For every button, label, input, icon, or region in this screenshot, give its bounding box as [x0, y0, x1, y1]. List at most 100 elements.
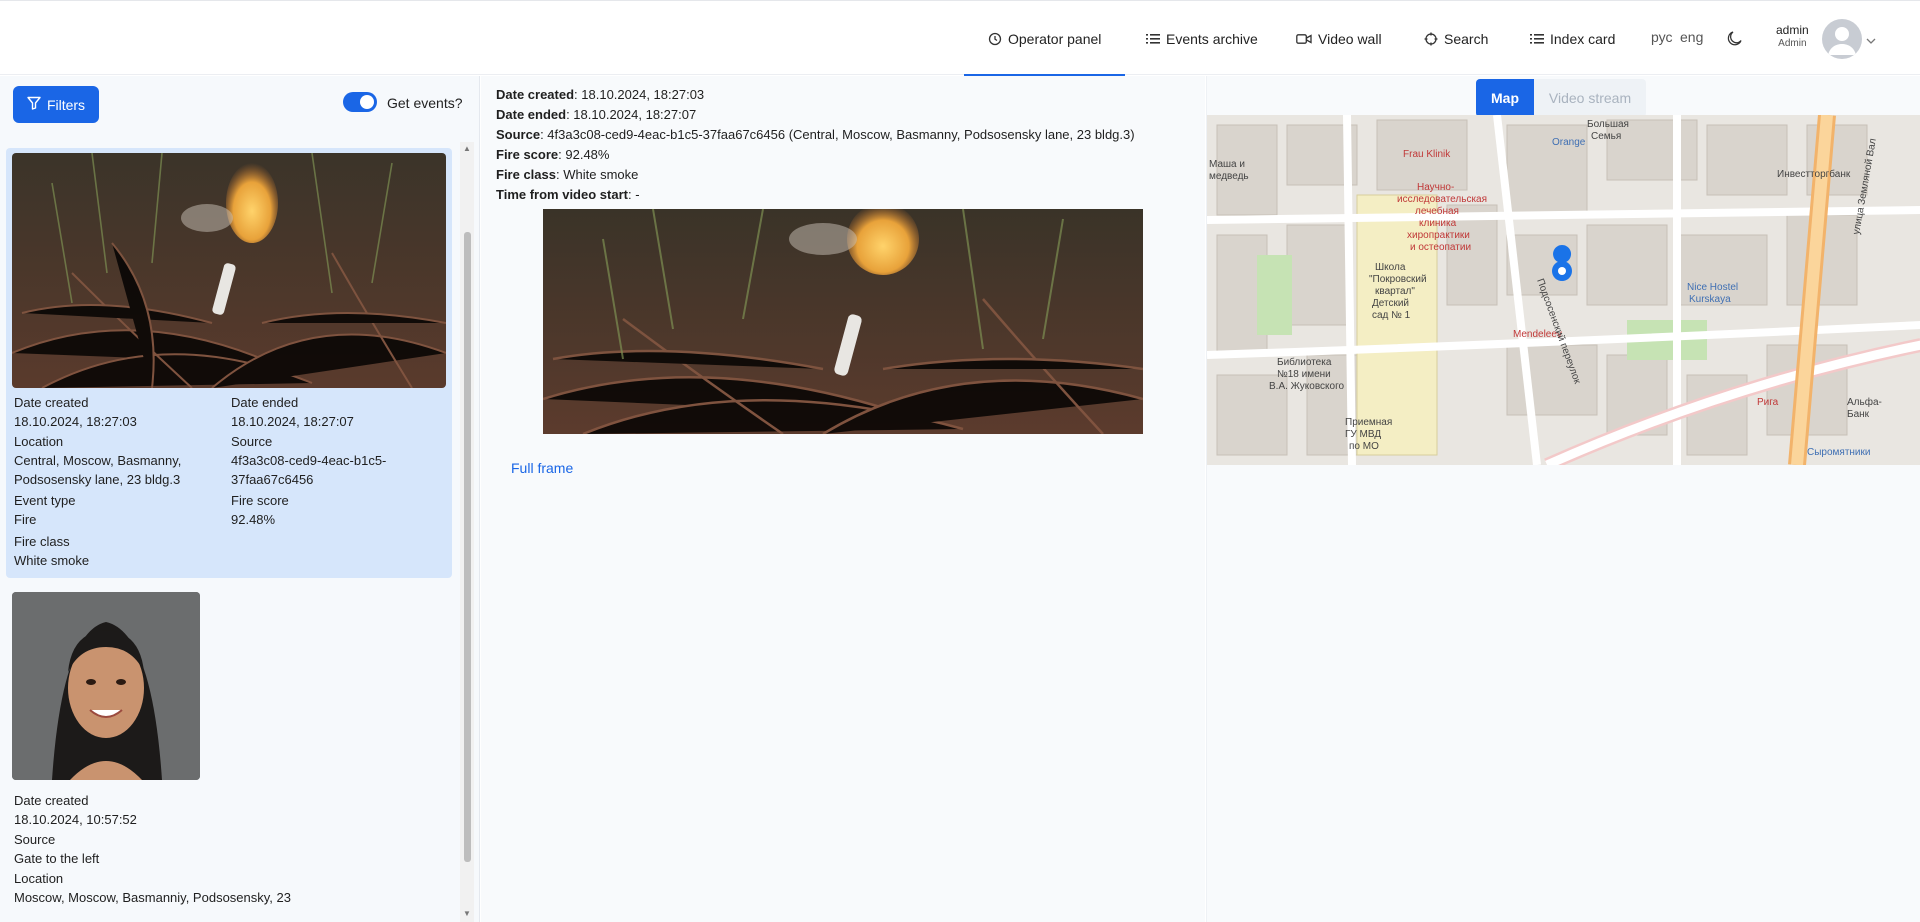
detail-date-created: Date created: 18.10.2024, 18:27:03 [496, 87, 705, 102]
list-icon [1146, 33, 1160, 45]
filters-button[interactable]: Filters [13, 86, 99, 123]
event-detail-panel: Date created: 18.10.2024, 18:27:03 Date … [481, 76, 1205, 922]
svg-text:Банк: Банк [1847, 409, 1870, 420]
list-icon [1530, 33, 1544, 45]
svg-text:квартал": квартал" [1375, 286, 1415, 297]
svg-text:Альфа-: Альфа- [1847, 396, 1882, 408]
svg-text:Инвестторгбанк: Инвестторгбанк [1777, 168, 1851, 180]
svg-text:по МО: по МО [1349, 441, 1379, 452]
nav-index-card-label: Index card [1550, 30, 1616, 47]
event-thumbnail-fire [12, 153, 446, 388]
svg-text:В.А. Жуковского: В.А. Жуковского [1269, 381, 1345, 392]
funnel-icon [27, 96, 41, 113]
svg-text:№18 имени: №18 имени [1277, 369, 1331, 380]
card1-date-created-label: Date created [14, 395, 89, 410]
lang-ru[interactable]: рус [1651, 29, 1672, 45]
events-panel: Filters Get events? Date created 18.10.2… [0, 76, 480, 922]
detail-source: Source: 4f3a3c08-ced9-4eac-b1c5-37faa67c… [496, 127, 1135, 142]
svg-text:Научно-: Научно- [1417, 182, 1454, 193]
nav-search[interactable]: Search [1400, 1, 1512, 76]
scroll-thumb[interactable] [464, 232, 471, 862]
chevron-down-icon[interactable] [1866, 33, 1876, 48]
event-card[interactable]: Date created 18.10.2024, 10:57:52 Source… [6, 592, 452, 922]
nav-operator-panel[interactable]: Operator panel [964, 1, 1126, 76]
card1-fire-score-label: Fire score [231, 493, 289, 508]
card1-date-ended: 18.10.2024, 18:27:07 [231, 414, 354, 429]
moon-icon[interactable] [1726, 29, 1744, 50]
map-panel: Map Video stream Школа "Покровский кварт… [1206, 76, 1920, 922]
svg-text:и остеопатии: и остеопатии [1410, 242, 1471, 253]
filters-label: Filters [46, 96, 86, 113]
lang-en[interactable]: eng [1680, 29, 1703, 45]
location-map[interactable]: Школа "Покровский квартал" Детский сад №… [1207, 115, 1920, 465]
event-card-selected[interactable]: Date created 18.10.2024, 18:27:03 Date e… [6, 148, 452, 578]
card1-source-line1: 4f3a3c08-ced9-4eac-b1c5- [231, 453, 387, 468]
card1-date-ended-label: Date ended [231, 395, 299, 410]
video-camera-icon [1296, 33, 1312, 45]
card1-location-label: Location [14, 434, 64, 449]
card1-fire-class: White smoke [14, 553, 90, 568]
get-events-label: Get events? [387, 95, 463, 111]
detail-time-from-start: Time from video start: - [496, 187, 640, 202]
nav-events-archive[interactable]: Events archive [1122, 1, 1282, 76]
user-avatar-icon [1828, 27, 1856, 55]
event-frame-image[interactable] [543, 209, 1143, 434]
card1-location-line1: Central, Moscow, Basmanny, [14, 453, 182, 468]
detail-fire-class: Fire class: White smoke [496, 167, 639, 182]
card2-date-created: 18.10.2024, 10:57:52 [14, 812, 137, 827]
card2-source-label: Source [14, 832, 56, 847]
nav-events-archive-label: Events archive [1166, 30, 1258, 47]
user-name: admin [1776, 23, 1809, 37]
get-events-toggle[interactable] [343, 92, 377, 112]
avatar[interactable] [1822, 19, 1862, 59]
svg-text:Большая: Большая [1587, 119, 1629, 130]
detail-fire-score: Fire score: 92.48% [496, 147, 610, 162]
svg-text:Библиотека: Библиотека [1277, 356, 1332, 368]
full-frame-link[interactable]: Full frame [511, 460, 573, 476]
card1-event-type: Fire [14, 512, 37, 527]
svg-text:ГУ МВД: ГУ МВД [1345, 429, 1381, 440]
events-scrollbar[interactable]: ▲ ▼ [460, 142, 474, 922]
user-role: Admin [1778, 38, 1807, 49]
svg-text:хиропрактики: хиропрактики [1407, 230, 1470, 241]
card1-source-line2: 37faa67c6456 [231, 472, 314, 487]
detail-date-ended: Date ended: 18.10.2024, 18:27:07 [496, 107, 697, 122]
card1-source-label: Source [231, 434, 273, 449]
svg-text:"Покровский: "Покровский [1369, 274, 1427, 285]
nav-video-wall[interactable]: Video wall [1272, 1, 1406, 76]
events-list: Date created 18.10.2024, 18:27:03 Date e… [0, 142, 458, 922]
svg-text:медведь: медведь [1209, 171, 1249, 182]
svg-text:клиника: клиника [1419, 218, 1457, 229]
svg-text:Nice Hostel: Nice Hostel [1687, 282, 1738, 293]
svg-text:лечебная: лечебная [1415, 205, 1459, 217]
card2-location: Moscow, Moscow, Basmanniy, Podsosensky, … [14, 890, 291, 905]
svg-text:Приемная: Приемная [1345, 417, 1392, 428]
nav-operator-panel-label: Operator panel [1008, 30, 1102, 47]
scroll-up-icon[interactable]: ▲ [462, 144, 472, 154]
card1-fire-score: 92.48% [231, 512, 276, 527]
svg-text:Сыромятники: Сыромятники [1807, 447, 1870, 458]
map-label-school: Школа [1375, 262, 1406, 273]
svg-text:Семья: Семья [1591, 131, 1621, 142]
card2-location-label: Location [14, 871, 64, 886]
card1-date-created: 18.10.2024, 18:27:03 [14, 414, 137, 429]
user-info: admin Admin [1776, 23, 1809, 51]
nav-search-label: Search [1444, 30, 1489, 47]
svg-text:Детский: Детский [1372, 298, 1409, 309]
card2-source: Gate to the left [14, 851, 100, 866]
crosshair-icon [1424, 32, 1438, 46]
svg-text:Orange: Orange [1552, 137, 1586, 148]
card1-event-type-label: Event type [14, 493, 76, 508]
svg-text:исследовательская: исследовательская [1397, 194, 1487, 205]
nav-video-wall-label: Video wall [1318, 30, 1382, 47]
tab-video-stream[interactable]: Video stream [1534, 79, 1646, 117]
nav-index-card[interactable]: Index card [1506, 1, 1639, 76]
svg-text:сад № 1: сад № 1 [1372, 310, 1411, 321]
scroll-down-icon[interactable]: ▼ [462, 909, 472, 919]
clock-icon [988, 32, 1002, 46]
svg-text:Frau Klinik: Frau Klinik [1403, 149, 1451, 160]
card2-date-created-label: Date created [14, 793, 89, 808]
event-thumbnail-face [12, 592, 200, 780]
tab-map[interactable]: Map [1476, 79, 1534, 117]
svg-text:Kurskaya: Kurskaya [1689, 294, 1731, 305]
